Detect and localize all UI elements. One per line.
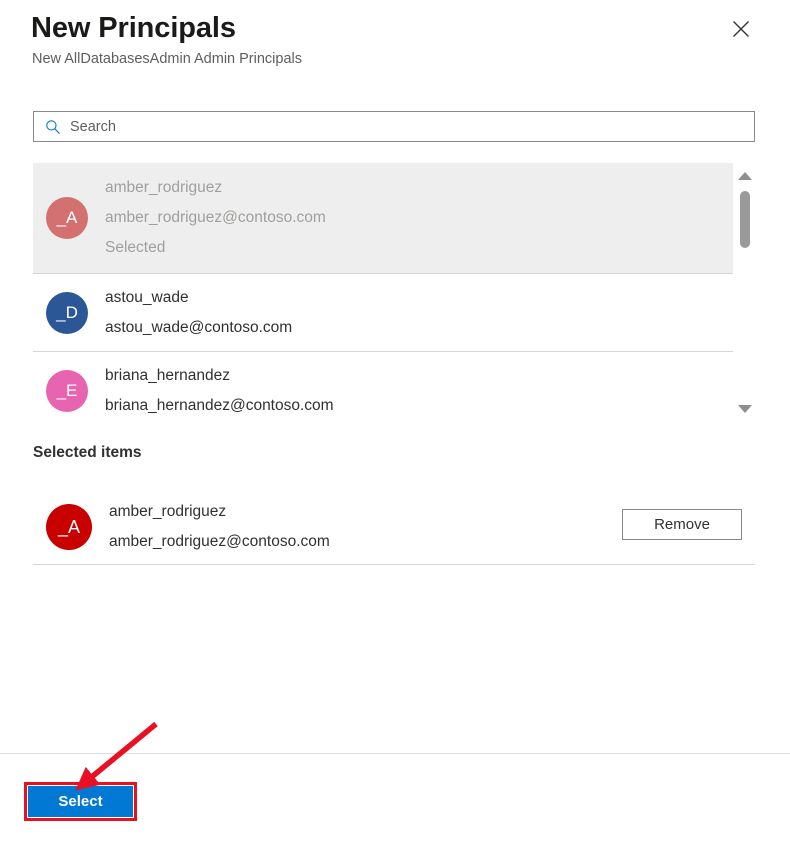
close-panel-button[interactable]	[723, 11, 759, 47]
person-email: briana_hernandez@contoso.com	[105, 396, 334, 414]
scroll-up-button[interactable]	[735, 167, 755, 185]
principals-results-list[interactable]: _A amber_rodriguez amber_rodriguez@conto…	[33, 163, 755, 420]
panel-header: New Principals New AllDatabasesAdmin Adm…	[0, 0, 790, 92]
results-scrollbar[interactable]	[735, 163, 755, 420]
chevron-down-icon	[738, 405, 752, 413]
list-item[interactable]: _A amber_rodriguez amber_rodriguez@conto…	[33, 163, 733, 273]
person-name: astou_wade	[105, 288, 189, 306]
avatar: _A	[46, 504, 92, 550]
list-item[interactable]: _D astou_wade astou_wade@contoso.com	[33, 273, 733, 351]
page-title: New Principals	[31, 12, 236, 44]
scrollbar-thumb[interactable]	[740, 191, 750, 248]
selected-list-item: _A amber_rodriguez amber_rodriguez@conto…	[33, 490, 755, 565]
selected-items-heading: Selected items	[33, 444, 142, 461]
remove-button[interactable]: Remove	[622, 509, 742, 540]
close-icon	[732, 20, 750, 38]
page-subtitle: New AllDatabasesAdmin Admin Principals	[32, 51, 302, 67]
avatar: _D	[46, 291, 88, 334]
footer-divider	[0, 753, 790, 754]
person-name: amber_rodriguez	[109, 503, 227, 520]
person-name: briana_hernandez	[105, 366, 230, 384]
person-email: amber_rodriguez@contoso.com	[105, 209, 326, 226]
avatar: _A	[46, 197, 88, 239]
person-email: astou_wade@contoso.com	[105, 318, 293, 336]
chevron-up-icon	[738, 172, 752, 180]
search-input[interactable]	[70, 118, 710, 135]
scroll-down-button[interactable]	[735, 400, 755, 418]
person-details: amber_rodriguez amber_rodriguez@contoso.…	[105, 173, 326, 263]
results-viewport: _A amber_rodriguez amber_rodriguez@conto…	[33, 163, 733, 420]
avatar: _E	[46, 369, 88, 412]
person-details: astou_wade astou_wade@contoso.com	[105, 283, 292, 343]
person-details: briana_hernandez briana_hernandez@contos…	[105, 361, 334, 421]
search-icon	[45, 119, 61, 135]
select-button[interactable]: Select	[28, 786, 133, 817]
person-email: amber_rodriguez@contoso.com	[109, 533, 330, 550]
person-details: amber_rodriguez amber_rodriguez@contoso.…	[109, 497, 330, 557]
search-box[interactable]	[33, 111, 755, 142]
person-state: Selected	[105, 239, 166, 256]
person-name: amber_rodriguez	[105, 179, 223, 196]
list-item[interactable]: _E briana_hernandez briana_hernandez@con…	[33, 351, 733, 420]
